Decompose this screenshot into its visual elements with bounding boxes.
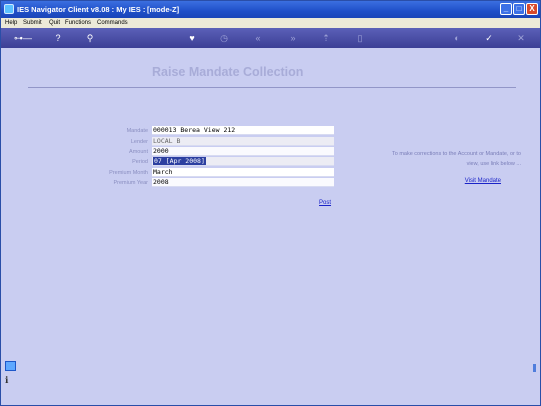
maximize-button[interactable]: □ (513, 3, 525, 15)
info-icon[interactable]: ℹ (5, 375, 8, 386)
menu-quit[interactable]: Quit (49, 20, 60, 26)
premium-year-label: Premium Year (113, 180, 148, 186)
title-divider (28, 87, 516, 88)
app-logo-icon (4, 4, 14, 14)
premium-year-field[interactable]: 2008 (152, 178, 334, 187)
globe-icon[interactable]: ◐ (450, 32, 464, 44)
help-icon[interactable]: ? (51, 32, 65, 44)
right-edge-marker (533, 364, 536, 372)
premium-month-field[interactable]: March (152, 168, 334, 177)
lender-label: Lender (130, 139, 148, 145)
period-value: 07 [Apr 2008] (153, 157, 206, 165)
key-icon[interactable]: ⊶— (13, 32, 33, 44)
period-field[interactable]: 07 [Apr 2008] (152, 157, 334, 166)
clock-icon[interactable]: ◷ (217, 32, 231, 44)
period-label: Period (132, 159, 148, 165)
side-panel-tab[interactable] (5, 361, 16, 371)
lender-field[interactable]: LOCAL B (152, 137, 334, 146)
post-link[interactable]: Post (319, 200, 331, 206)
search-icon[interactable]: ⚲ (83, 32, 97, 44)
help-text: To make corrections to the Account or Ma… (391, 151, 521, 167)
rewind-icon[interactable]: « (251, 32, 265, 44)
upload-icon[interactable]: ⇡ (319, 32, 333, 44)
close-button[interactable]: X (526, 3, 538, 15)
mandate-label: Mandate (126, 128, 148, 134)
toolbar-close-icon[interactable]: ✕ (514, 32, 528, 44)
document-icon[interactable]: ▯ (353, 32, 367, 44)
window-title: IES Navigator Client v8.08 : My IES : (17, 5, 146, 14)
menu-bar: Help Submit Quit Functions Commands (1, 18, 540, 28)
amount-field[interactable]: 2000 (152, 147, 334, 156)
premium-month-label: Premium Month (109, 170, 148, 176)
toolbar: ⊶— ? ⚲ ♥ ◷ « » ⇡ ▯ ◐ ✓ ✕ (1, 28, 540, 48)
menu-submit[interactable]: Submit (23, 20, 42, 26)
page-title: Raise Mandate Collection (152, 65, 304, 79)
window-mode: [mode-Z] (147, 5, 180, 14)
menu-functions[interactable]: Functions (65, 20, 91, 26)
menu-commands[interactable]: Commands (97, 20, 128, 26)
check-icon[interactable]: ✓ (482, 32, 496, 44)
amount-label: Amount (129, 149, 148, 155)
forward-icon[interactable]: » (286, 32, 300, 44)
title-bar: IES Navigator Client v8.08 : My IES : [m… (1, 1, 540, 18)
mandate-field[interactable]: 000013 Berea View 212 (152, 126, 334, 135)
menu-help[interactable]: Help (5, 20, 17, 26)
app-window: IES Navigator Client v8.08 : My IES : [m… (0, 0, 541, 406)
minimize-button[interactable]: _ (500, 3, 512, 15)
heart-icon[interactable]: ♥ (185, 32, 199, 44)
visit-mandate-link[interactable]: Visit Mandate (441, 178, 501, 184)
